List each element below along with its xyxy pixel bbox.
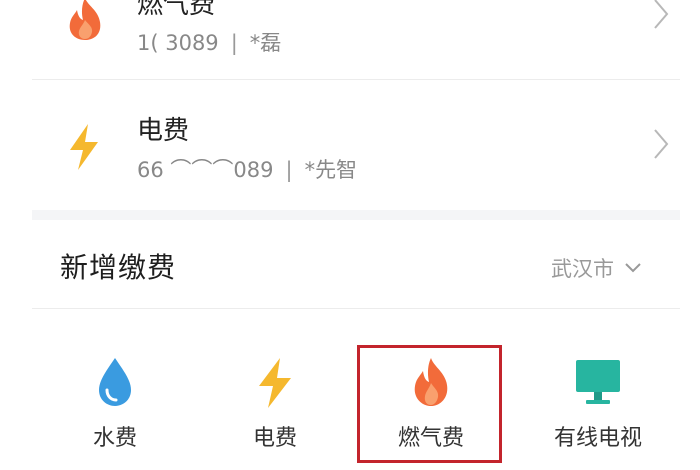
- account-holder: *磊: [249, 31, 282, 55]
- city-selector[interactable]: 武汉市: [551, 253, 642, 283]
- divider: [32, 308, 680, 309]
- bill-row-gas[interactable]: 燃气费 1( 3089 | *磊: [0, 0, 700, 78]
- service-cable-tv[interactable]: 有线电视: [528, 352, 668, 452]
- bill-title: 燃气费: [137, 0, 216, 20]
- chevron-right-icon: [654, 129, 669, 159]
- city-label: 武汉市: [551, 257, 614, 281]
- highlight-box: [357, 345, 502, 463]
- bill-row-electricity[interactable]: 电费 66 ⌒⌒⌒089 | *先智: [0, 80, 700, 208]
- tv-icon: [576, 360, 620, 404]
- bill-subtitle: 1( 3089 | *磊: [137, 31, 282, 55]
- bill-subtitle: 66 ⌒⌒⌒089 | *先智: [137, 158, 358, 182]
- service-label: 水费: [92, 426, 137, 451]
- service-electricity[interactable]: 电费: [205, 352, 345, 452]
- service-water[interactable]: 水费: [45, 352, 185, 452]
- account-number: 1( 3089: [137, 31, 219, 55]
- account-number: 66 ⌒⌒⌒089: [137, 158, 274, 182]
- water-drop-icon: [99, 358, 131, 406]
- service-label: 有线电视: [553, 426, 642, 451]
- chevron-right-icon: [654, 0, 669, 29]
- service-label: 电费: [252, 426, 297, 451]
- lightning-icon: [259, 358, 291, 408]
- bill-title: 电费: [137, 116, 190, 146]
- lightning-icon: [64, 122, 104, 176]
- account-holder: *先智: [304, 158, 358, 182]
- section-title: 新增缴费: [60, 251, 177, 284]
- section-separator: [32, 210, 680, 220]
- flame-icon: [64, 0, 106, 46]
- chevron-down-icon: [625, 263, 641, 273]
